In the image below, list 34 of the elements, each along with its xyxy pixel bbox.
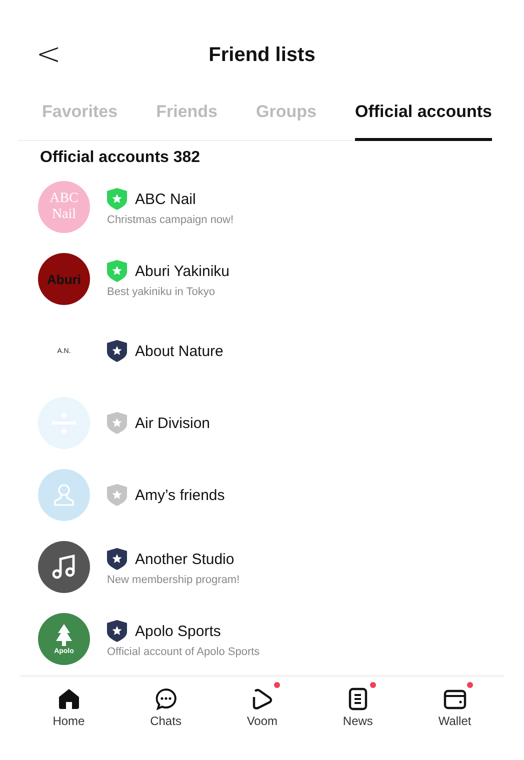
nav-tab[interactable]: Wallet (432, 683, 478, 732)
account-row[interactable]: Amy’s friends (0, 459, 524, 531)
home-icon (56, 687, 81, 711)
account-status: Best yakiniku in Tokyo (107, 286, 216, 298)
nav-tab[interactable]: Chats (144, 683, 188, 732)
account-row[interactable]: Aburi Aburi Yakiniku Best yakiniku in Tokyo (0, 243, 524, 315)
tree-icon (55, 624, 73, 646)
back-button[interactable]: < (36, 40, 62, 70)
account-status: Official account of Apolo Sports (107, 646, 260, 658)
account-name: ABC Nail (135, 190, 196, 208)
nav-tab[interactable]: Home (46, 683, 91, 732)
tab[interactable]: Official accounts (355, 98, 492, 141)
nav-tab[interactable]: News (336, 683, 379, 732)
account-row[interactable]: Air Division (0, 387, 524, 459)
account-name: Amy’s friends (135, 486, 225, 504)
section-title: Official accounts 382 (40, 149, 202, 167)
chat-bubble-icon (154, 687, 178, 711)
account-name: Aburi Yakiniku (135, 262, 230, 280)
account-status: Christmas campaign now! (107, 214, 234, 226)
nav-tab[interactable]: Voom (240, 683, 284, 732)
account-row[interactable]: Another Studio New membership program! (0, 531, 524, 603)
account-status: New membership program! (107, 574, 240, 586)
account-name: Another Studio (135, 550, 234, 568)
account-name: Apolo Sports (135, 622, 221, 640)
account-name: About Nature (135, 342, 224, 360)
avatar: ABC Nail (38, 181, 90, 233)
screen-title: Friend lists (208, 44, 316, 66)
music-note-icon (51, 554, 77, 580)
avatar: Aburi (38, 253, 90, 305)
play-icon (250, 687, 274, 711)
account-name: Air Division (135, 414, 210, 432)
account-row[interactable]: ABC Nail ABC Nail Christmas campaign now! (0, 171, 524, 243)
wallet-icon (442, 687, 467, 711)
person-icon (53, 483, 75, 507)
